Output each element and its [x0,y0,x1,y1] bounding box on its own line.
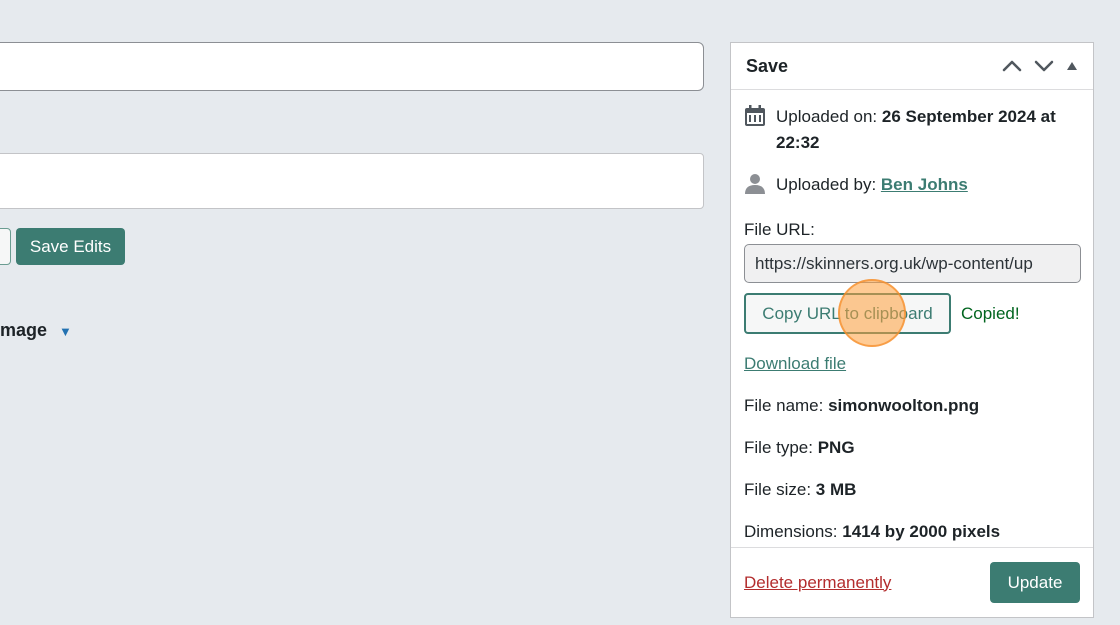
metabox-footer: Delete permanently Update [731,547,1093,617]
calendar-icon [744,105,766,127]
file-url-input[interactable] [744,244,1081,283]
file-size-label: File size: [744,480,816,499]
chevron-down-icon[interactable] [1034,60,1054,72]
chevron-up-icon[interactable] [1002,60,1022,72]
file-size-value: 3 MB [815,480,857,499]
file-name-value: simonwoolton.png [828,396,980,415]
dimensions-label: Dimensions: [744,522,843,541]
uploaded-on-label: Uploaded on: [776,107,882,126]
update-button[interactable]: Update [990,562,1080,603]
file-type-row: File type: PNG [744,435,1080,461]
uploaded-by-row: Uploaded by: Ben Johns [744,172,1080,198]
title-field[interactable] [0,42,704,91]
file-type-value: PNG [817,438,855,457]
file-type-label: File type: [744,438,818,457]
delete-permanently-link[interactable]: Delete permanently [744,573,891,593]
save-edits-button[interactable]: Save Edits [16,228,125,265]
uploaded-on-row: Uploaded on: 26 September 2024 at 22:32 [744,104,1080,156]
copied-status: Copied! [961,303,1020,323]
save-metabox: Save Uploaded on: 26 September 2024 at 2… [730,42,1094,618]
metabox-header: Save [731,43,1093,90]
file-name-row: File name: simonwoolton.png [744,393,1080,419]
copy-url-button[interactable]: Copy URL to clipboard [744,293,951,334]
uploaded-by-label: Uploaded by: [776,175,881,194]
user-icon [744,173,766,195]
file-size-row: File size: 3 MB [744,477,1080,503]
cancel-button[interactable] [0,228,11,265]
caret-down-icon: ▼ [59,324,72,339]
download-file-link[interactable]: Download file [744,351,846,377]
dimensions-value: 1414 by 2000 pixels [842,522,1001,541]
edit-image-label: mage [0,320,48,340]
metabox-title: Save [746,55,789,76]
copy-url-row: Copy URL to clipboard Copied! [744,279,1080,347]
triangle-up-icon[interactable] [1066,61,1078,71]
dimensions-row: Dimensions: 1414 by 2000 pixels [744,519,1080,545]
file-name-label: File name: [744,396,829,415]
file-url-label: File URL: [744,220,815,239]
uploaded-by-link[interactable]: Ben Johns [881,175,968,194]
description-field[interactable] [0,153,704,209]
edit-image-toggle[interactable]: mage ▼ [0,320,72,341]
